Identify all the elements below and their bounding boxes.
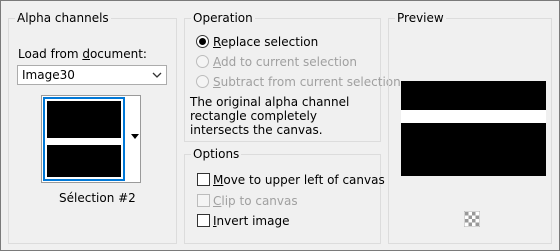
invert-image-checkbox[interactable] [197,214,210,227]
alpha-channels-title: Alpha channels [15,10,111,26]
document-dropdown[interactable]: Image30 [17,65,167,85]
clip-to-canvas-label[interactable]: Clip to canvas [213,193,298,209]
options-title: Options [191,146,242,162]
invert-image-label[interactable]: Invert image [213,213,289,229]
operation-title: Operation [191,10,255,26]
replace-selection-label[interactable]: Replace selection [213,34,318,50]
thumbnail-image [47,101,121,177]
replace-selection-radio[interactable] [196,35,209,48]
load-from-document-label: Load from document: [18,47,147,61]
selection-name-label: Sélection #2 [59,191,136,205]
add-to-selection-label[interactable]: Add to current selection [213,54,357,70]
move-to-upper-left-label[interactable]: Move to upper left of canvas [213,172,385,188]
clip-to-canvas-checkbox[interactable] [197,194,210,207]
preview-image [401,81,546,176]
document-dropdown-value: Image30 [22,68,75,82]
transparency-checker-icon[interactable] [464,211,480,227]
dropdown-arrow-icon[interactable] [130,132,140,140]
move-to-upper-left-checkbox[interactable] [197,173,210,186]
selected-thumbnail[interactable] [43,97,125,181]
operation-description: The original alpha channel rectangle com… [190,95,350,137]
subtract-from-selection-label[interactable]: Subtract from current selection [213,74,401,90]
add-to-selection-radio[interactable] [196,55,209,68]
subtract-from-selection-radio[interactable] [196,75,209,88]
chevron-down-icon [152,72,162,78]
alpha-channel-thumbnail-picker[interactable] [41,95,141,183]
preview-title: Preview [395,10,446,26]
